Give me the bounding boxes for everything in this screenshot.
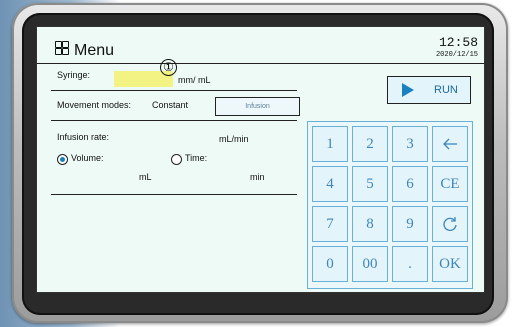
refresh-icon: [443, 217, 457, 231]
run-label: RUN: [434, 84, 458, 96]
annotation-marker: ①: [160, 59, 177, 76]
syringe-label: Syringe:: [57, 70, 91, 80]
movement-divider: [51, 120, 297, 121]
header-divider: [37, 63, 484, 64]
rate-divider: [51, 194, 297, 195]
volume-radio[interactable]: [57, 154, 68, 165]
play-icon: [402, 83, 414, 97]
device-screen: Menu 12:58 2020/12/15 Syringe: mm/ mL ① …: [36, 26, 485, 293]
syringe-unit: mm/ mL: [178, 75, 211, 85]
menu-label[interactable]: Menu: [74, 42, 114, 60]
volume-unit: mL: [139, 172, 152, 182]
key-9[interactable]: 9: [392, 206, 428, 242]
key-00[interactable]: 00: [352, 246, 388, 282]
key-8[interactable]: 8: [352, 206, 388, 242]
ok-key[interactable]: OK: [432, 246, 468, 282]
key-6[interactable]: 6: [392, 166, 428, 202]
clock-time: 12:58: [438, 35, 478, 50]
time-unit: min: [250, 172, 265, 182]
backspace-arrow-icon: [443, 138, 457, 150]
movement-value: Constant: [152, 100, 189, 110]
syringe-divider: [51, 90, 297, 91]
menu-grid-icon[interactable]: [55, 41, 69, 55]
key-4[interactable]: 4: [312, 166, 348, 202]
clock-date: 2020/12/15: [435, 51, 478, 59]
key-1[interactable]: 1: [312, 126, 348, 162]
volume-label: Volume:: [71, 153, 104, 163]
key-7[interactable]: 7: [312, 206, 348, 242]
time-radio[interactable]: [171, 154, 182, 165]
run-button[interactable]: RUN: [387, 76, 471, 104]
infusion-rate-label: Infusion rate:: [57, 132, 110, 142]
key-5[interactable]: 5: [352, 166, 388, 202]
clear-entry-key[interactable]: CE: [432, 166, 468, 202]
key-0[interactable]: 0: [312, 246, 348, 282]
clock: 12:58 2020/12/15: [436, 35, 478, 59]
infusion-rate-unit: mL/min: [219, 134, 249, 144]
numeric-keypad: 1 2 3 4 5 6 CE 7 8 9 0 00 . OK: [307, 121, 473, 289]
infusion-mode-button[interactable]: Infusion: [215, 97, 300, 116]
key-2[interactable]: 2: [352, 126, 388, 162]
time-label: Time:: [185, 153, 208, 163]
key-3[interactable]: 3: [392, 126, 428, 162]
decimal-key[interactable]: .: [392, 246, 428, 282]
reset-key[interactable]: [432, 206, 468, 242]
movement-label: Movement modes:: [57, 100, 132, 110]
backspace-key[interactable]: [432, 126, 468, 162]
